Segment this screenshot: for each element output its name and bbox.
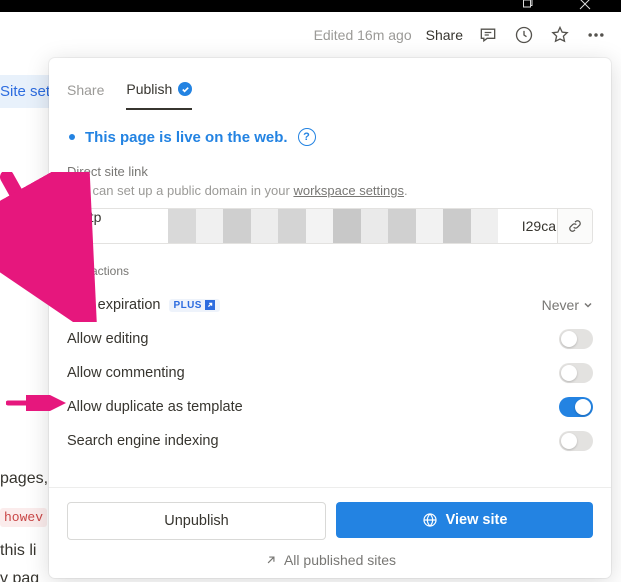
- row-seo-indexing: Search engine indexing: [67, 424, 593, 458]
- page-topbar: Edited 16m ago Share: [0, 12, 621, 57]
- updates-icon[interactable]: [513, 24, 535, 46]
- toggle-allow-commenting[interactable]: [559, 363, 593, 383]
- row-label: Allow commenting: [67, 365, 185, 381]
- copy-link-button[interactable]: [557, 209, 592, 243]
- share-panel: Share Publish This page is live on the w…: [49, 58, 611, 578]
- tab-label: Share: [67, 82, 104, 98]
- plus-badge: PLUS: [169, 299, 220, 312]
- chevron-down-icon: [583, 300, 593, 310]
- window-titlebar: [0, 0, 621, 12]
- help-text-prefix: You can set up a public domain in your: [67, 183, 293, 198]
- button-label: View site: [446, 512, 508, 528]
- site-url-row: http I29ca: [67, 208, 593, 244]
- arrow-up-right-icon: [264, 553, 278, 567]
- unpublish-button[interactable]: Unpublish: [67, 502, 326, 540]
- help-icon[interactable]: ?: [298, 128, 316, 146]
- live-status: This page is live on the web. ?: [67, 128, 593, 146]
- view-site-button[interactable]: View site: [336, 502, 593, 538]
- comments-icon[interactable]: [477, 24, 499, 46]
- workspace-settings-link[interactable]: workspace settings: [293, 183, 404, 198]
- share-button[interactable]: Share: [426, 27, 463, 43]
- url-tail: I29ca: [518, 209, 556, 243]
- toggle-seo-indexing[interactable]: [559, 431, 593, 451]
- plus-text: PLUS: [174, 300, 202, 311]
- bg-text: this li: [0, 542, 36, 560]
- bg-text: v pag: [0, 570, 39, 582]
- favorite-icon[interactable]: [549, 24, 571, 46]
- tab-label: Publish: [126, 81, 172, 97]
- last-edited-text: Edited 16m ago: [314, 27, 412, 43]
- direct-link-label: Direct site link: [67, 164, 593, 179]
- row-allow-editing: Allow editing: [67, 322, 593, 356]
- row-label: Link expiration: [67, 297, 161, 313]
- help-text-suffix: .: [404, 183, 408, 198]
- upgrade-arrow-icon: [205, 300, 215, 310]
- live-status-text: This page is live on the web.: [85, 129, 288, 146]
- bg-code: howev: [0, 508, 47, 527]
- site-settings-link[interactable]: Site set: [0, 75, 56, 108]
- window-restore-icon[interactable]: [523, 0, 533, 11]
- panel-body: This page is live on the web. ? Direct s…: [49, 110, 611, 487]
- tab-publish[interactable]: Publish: [126, 70, 192, 110]
- bg-text: pages,: [0, 470, 48, 488]
- live-dot-icon: [69, 134, 75, 140]
- panel-tabs: Share Publish: [49, 58, 611, 110]
- button-label: Unpublish: [164, 513, 229, 529]
- all-published-sites-link[interactable]: All published sites: [67, 552, 593, 568]
- toggle-allow-editing[interactable]: [559, 329, 593, 349]
- value-text: Never: [542, 297, 579, 313]
- help-text: You can set up a public domain in your w…: [67, 183, 593, 198]
- row-allow-commenting: Allow commenting: [67, 356, 593, 390]
- tab-share[interactable]: Share: [67, 71, 104, 109]
- row-label: Allow editing: [67, 331, 148, 347]
- window-close-icon[interactable]: [579, 0, 591, 13]
- link-label: All published sites: [284, 552, 396, 568]
- globe-icon: [422, 512, 438, 528]
- toggle-allow-duplicate[interactable]: [559, 397, 593, 417]
- row-link-expiration[interactable]: Link expiration PLUS Never: [67, 288, 593, 322]
- row-label: Allow duplicate as template: [67, 399, 243, 415]
- published-check-icon: [178, 82, 192, 96]
- url-prefix: http: [78, 209, 101, 225]
- link-expiration-value[interactable]: Never: [542, 297, 593, 313]
- panel-footer: Unpublish View site All published sites: [49, 487, 611, 578]
- row-label: Search engine indexing: [67, 433, 219, 449]
- row-allow-duplicate: Allow duplicate as template: [67, 390, 593, 424]
- more-icon[interactable]: [585, 24, 607, 46]
- site-actions-label: Site actions: [67, 264, 593, 278]
- url-redacted: [168, 209, 498, 243]
